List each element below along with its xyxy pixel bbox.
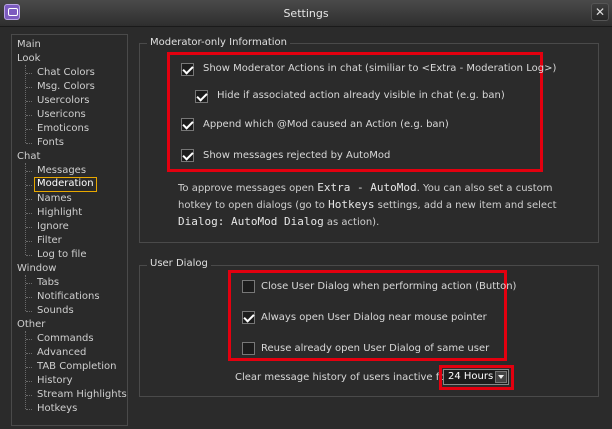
window-title: Settings bbox=[283, 7, 329, 20]
nav-item-chat-colors[interactable]: Chat Colors bbox=[37, 66, 95, 79]
nav-item-other[interactable]: Other bbox=[17, 318, 45, 331]
close-user-dialog-label: Close User Dialog when performing action… bbox=[261, 281, 517, 292]
nav-item-notifications[interactable]: Notifications bbox=[37, 290, 100, 303]
tree-connector bbox=[26, 115, 32, 116]
show-moderator-actions-label: Show Moderator Actions in chat (similiar… bbox=[203, 63, 557, 74]
reuse-user-dialog-checkbox[interactable] bbox=[242, 342, 255, 355]
moderator-group-title: Moderator-only Information bbox=[147, 37, 291, 48]
title-bar: Settings ✕ bbox=[0, 0, 612, 27]
tree-connector bbox=[26, 367, 32, 368]
tree-connector bbox=[26, 409, 32, 410]
tree-connector bbox=[26, 101, 32, 102]
nav-item-ignore[interactable]: Ignore bbox=[37, 220, 69, 233]
nav-item-fonts[interactable]: Fonts bbox=[37, 136, 64, 149]
clear-history-value: 24 Hours bbox=[448, 371, 494, 382]
hide-associated-action-checkbox[interactable] bbox=[195, 90, 208, 103]
tree-connector bbox=[26, 255, 32, 256]
tree-line bbox=[25, 275, 26, 311]
dialog-automod-code: Dialog: AutoMod Dialog bbox=[178, 215, 324, 228]
tree-connector bbox=[26, 87, 32, 88]
tree-connector bbox=[26, 143, 32, 144]
nav-item-look[interactable]: Look bbox=[17, 52, 40, 65]
nav-item-usercolors[interactable]: Usercolors bbox=[37, 94, 89, 107]
hide-associated-action-label: Hide if associated action already visibl… bbox=[217, 90, 505, 101]
nav-item-sounds[interactable]: Sounds bbox=[37, 304, 74, 317]
close-user-dialog-checkbox[interactable] bbox=[242, 280, 255, 293]
tree-connector bbox=[26, 241, 32, 242]
tree-connector bbox=[26, 129, 32, 130]
tree-connector bbox=[26, 339, 32, 340]
nav-item-names[interactable]: Names bbox=[37, 192, 72, 205]
nav-item-stream-highlights[interactable]: Stream Highlights bbox=[37, 388, 127, 401]
show-moderator-actions-checkbox[interactable] bbox=[181, 63, 194, 76]
close-button[interactable]: ✕ bbox=[591, 3, 609, 21]
nav-item-emoticons[interactable]: Emoticons bbox=[37, 122, 89, 135]
hotkeys-code: Hotkeys bbox=[328, 198, 375, 211]
nav-item-tabs[interactable]: Tabs bbox=[37, 276, 59, 289]
clear-history-label: Clear message history of users inactive … bbox=[235, 372, 453, 383]
nav-item-history[interactable]: History bbox=[37, 374, 73, 387]
append-mod-checkbox[interactable] bbox=[181, 118, 194, 131]
append-mod-label: Append which @Mod caused an Action (e.g.… bbox=[203, 119, 449, 130]
tree-connector bbox=[26, 185, 32, 186]
nav-item-filter[interactable]: Filter bbox=[37, 234, 62, 247]
tree-connector bbox=[26, 381, 32, 382]
nav-item-tab-completion[interactable]: TAB Completion bbox=[37, 360, 117, 373]
nav-item-commands[interactable]: Commands bbox=[37, 332, 94, 345]
nav-item-chat[interactable]: Chat bbox=[17, 150, 40, 163]
tree-connector bbox=[26, 311, 32, 312]
tree-connector bbox=[26, 395, 32, 396]
tree-line bbox=[25, 65, 26, 143]
nav-item-highlight[interactable]: Highlight bbox=[37, 206, 82, 219]
show-automod-rejected-label: Show messages rejected by AutoMod bbox=[203, 150, 391, 161]
tree-connector bbox=[26, 199, 32, 200]
open-near-pointer-label: Always open User Dialog near mouse point… bbox=[261, 312, 487, 323]
chevron-down-icon[interactable] bbox=[495, 371, 507, 383]
nav-item-moderation[interactable]: Moderation bbox=[34, 177, 97, 192]
nav-item-window[interactable]: Window bbox=[17, 262, 56, 275]
extra-automod-code: Extra - AutoMod bbox=[317, 181, 417, 194]
open-near-pointer-checkbox[interactable] bbox=[242, 311, 255, 324]
tree-connector bbox=[26, 227, 32, 228]
show-automod-rejected-checkbox[interactable] bbox=[181, 149, 194, 162]
tree-line bbox=[25, 163, 26, 255]
nav-item-msg-colors[interactable]: Msg. Colors bbox=[37, 80, 95, 93]
user-dialog-group-title: User Dialog bbox=[147, 258, 211, 269]
nav-item-advanced[interactable]: Advanced bbox=[37, 346, 86, 359]
nav-item-usericons[interactable]: Usericons bbox=[37, 108, 86, 121]
nav-item-main[interactable]: Main bbox=[17, 38, 41, 51]
nav-item-hotkeys[interactable]: Hotkeys bbox=[37, 402, 77, 415]
nav-item-log-to-file[interactable]: Log to file bbox=[37, 248, 87, 261]
settings-nav-tree: Main Look Chat Colors Msg. Colors Usercolors… bbox=[11, 34, 128, 426]
nav-item-messages[interactable]: Messages bbox=[37, 164, 86, 177]
tree-connector bbox=[26, 283, 32, 284]
tree-connector bbox=[26, 353, 32, 354]
automod-info-text: To approve messages open Extra - AutoMod… bbox=[178, 181, 557, 228]
tree-line bbox=[25, 331, 26, 409]
reuse-user-dialog-label: Reuse already open User Dialog of same u… bbox=[261, 343, 490, 354]
clear-history-select[interactable]: 24 Hours bbox=[443, 369, 509, 385]
tree-connector bbox=[26, 73, 32, 74]
tree-connector bbox=[26, 213, 32, 214]
tree-connector bbox=[26, 171, 32, 172]
tree-connector bbox=[26, 297, 32, 298]
